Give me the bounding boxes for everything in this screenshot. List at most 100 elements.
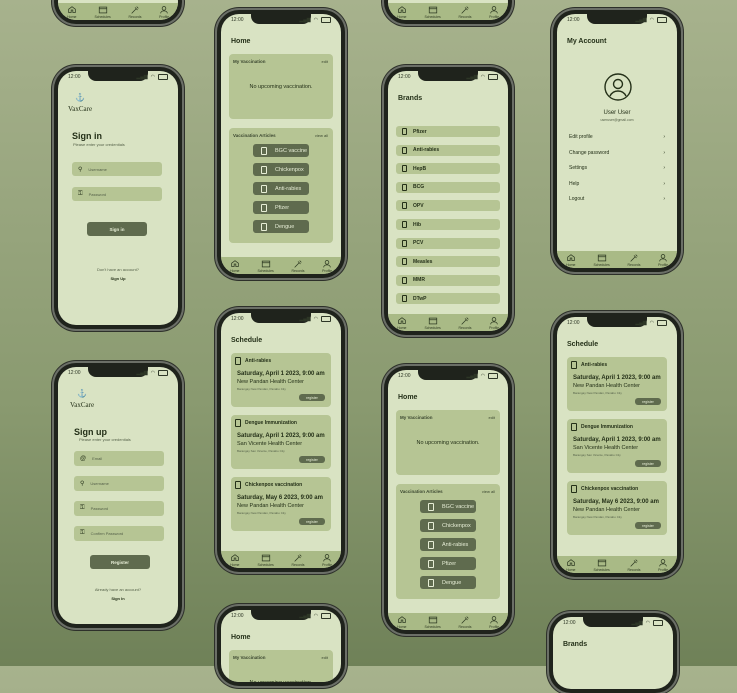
nav-item-home[interactable]: Home <box>230 553 240 567</box>
schedule-card: Chickenpox vaccination Saturday, May 6 20… <box>231 477 331 531</box>
article-item[interactable]: Pfizer <box>420 557 476 570</box>
nav-item-home[interactable]: Home <box>566 253 576 267</box>
nav-item-home[interactable]: Home <box>397 5 407 19</box>
username-field[interactable]: ⚲ Username <box>72 162 162 176</box>
nav-item-records[interactable]: Records <box>458 5 472 19</box>
nav-item-profile[interactable]: Profile <box>658 558 668 572</box>
register-button[interactable]: Register <box>90 555 150 569</box>
nav-item-schedules[interactable]: Schedules <box>257 553 274 567</box>
article-item[interactable]: Dengue <box>253 220 309 233</box>
brand-item[interactable]: BCG <box>396 181 500 193</box>
schedule-addr: Barangay New Pandan, Panabo City <box>573 391 622 395</box>
nav-item-records[interactable]: Records <box>291 259 305 273</box>
card-title: My Vaccination <box>400 415 433 420</box>
nav-item-profile[interactable]: Profile <box>489 615 499 629</box>
signal-icon: ▂▄▆ <box>299 17 311 23</box>
nav-item-profile[interactable]: Profile <box>658 253 668 267</box>
brand-item[interactable]: PCV <box>396 237 500 249</box>
nav-item-schedules[interactable]: Schedules <box>424 5 441 19</box>
article-item[interactable]: BGC vaccine <box>253 144 309 157</box>
nav-item-home[interactable]: Home <box>397 316 407 330</box>
password-placeholder: Password <box>90 506 109 511</box>
menu-item[interactable]: Settings › <box>569 163 665 173</box>
password-field[interactable]: ⚿ Password <box>72 187 162 201</box>
nav-item-records[interactable]: Records <box>627 558 641 572</box>
register-button[interactable]: register <box>299 518 325 525</box>
nav-item-records[interactable]: Records <box>291 553 305 567</box>
email-field[interactable]: @ Email <box>74 451 164 466</box>
menu-item[interactable]: Help › <box>569 179 665 189</box>
nav-item-home[interactable]: Home <box>67 5 77 19</box>
edit-link[interactable]: edit <box>322 59 328 64</box>
menu-item[interactable]: Logout › <box>569 194 665 204</box>
brand-item[interactable]: Anti-rabies <box>396 144 500 156</box>
nav-item-records[interactable]: Records <box>458 316 472 330</box>
avatar-icon <box>604 73 632 101</box>
brand-item[interactable]: Hib <box>396 219 500 230</box>
nav-item-schedules[interactable]: Schedules <box>94 5 111 19</box>
sign-in-link[interactable]: Sign In <box>58 596 178 601</box>
nav-item-records[interactable]: Records <box>458 615 472 629</box>
edit-link[interactable]: edit <box>322 655 328 660</box>
register-button[interactable]: register <box>635 460 661 467</box>
menu-item[interactable]: Edit profile › <box>569 132 665 142</box>
username-placeholder: Username <box>90 481 109 486</box>
bottom-nav: Home Schedules Records Profile <box>58 3 178 20</box>
brand-item[interactable]: HepB <box>396 163 500 175</box>
syringe-icon <box>261 184 267 193</box>
nav-label: Records <box>128 14 142 19</box>
wifi-icon: ◠ <box>150 370 155 376</box>
nav-item-schedules[interactable]: Schedules <box>593 558 610 572</box>
menu-item[interactable]: Change password › <box>569 148 665 158</box>
brand-item[interactable]: DTwP <box>396 293 500 305</box>
view-all-link[interactable]: view all <box>482 489 495 494</box>
page-title: Home <box>231 634 251 641</box>
register-button[interactable]: register <box>635 522 661 529</box>
article-item[interactable]: Chickenpox <box>420 519 476 532</box>
article-item[interactable]: Anti-rabies <box>253 182 309 195</box>
nav-item-profile[interactable]: Profile <box>489 316 499 330</box>
view-all-link[interactable]: view all <box>315 133 328 138</box>
sign-up-link[interactable]: Sign Up <box>58 276 178 281</box>
nav-label: Home <box>397 325 407 330</box>
nav-item-schedules[interactable]: Schedules <box>257 259 274 273</box>
register-button[interactable]: register <box>635 398 661 405</box>
status-bar: 12:00 ▂▄▆ ◠ <box>567 319 667 327</box>
register-button[interactable]: register <box>299 394 325 401</box>
nav-item-profile[interactable]: Profile <box>489 5 499 19</box>
syringe-icon <box>571 485 577 493</box>
password-field[interactable]: ⚿ Password <box>74 501 164 516</box>
confirm-field[interactable]: ⚿ Confirm Password <box>74 526 164 541</box>
status-icons: ▂▄▆ ◠ <box>631 620 663 626</box>
page-title: Schedule <box>567 341 599 348</box>
article-item[interactable]: Dengue <box>420 576 476 589</box>
phone-top-left: 12:00▂▄▆◠HomeSchedulesRecordsProfile <box>54 0 182 24</box>
brand-item[interactable]: Pfizer <box>396 126 500 137</box>
nav-item-profile[interactable]: Profile <box>322 259 332 273</box>
syringe-icon <box>428 578 434 587</box>
username-field[interactable]: ⚲ Username <box>74 476 164 491</box>
article-item[interactable]: BGC vaccine <box>420 500 476 513</box>
nav-item-schedules[interactable]: Schedules <box>424 615 441 629</box>
article-label: Chickenpox <box>275 166 304 173</box>
nav-item-schedules[interactable]: Schedules <box>424 316 441 330</box>
nav-item-home[interactable]: Home <box>566 558 576 572</box>
sign-in-button[interactable]: Sign in <box>87 222 147 236</box>
nav-item-profile[interactable]: Profile <box>322 553 332 567</box>
nav-item-schedules[interactable]: Schedules <box>593 253 610 267</box>
nav-item-records[interactable]: Records <box>627 253 641 267</box>
nav-item-profile[interactable]: Profile <box>159 5 169 19</box>
brand-item[interactable]: OPV <box>396 200 500 212</box>
article-item[interactable]: Chickenpox <box>253 163 309 176</box>
nav-item-home[interactable]: Home <box>230 259 240 273</box>
brand-item[interactable]: Measles <box>396 256 500 268</box>
nav-label: Schedules <box>424 325 441 330</box>
edit-link[interactable]: edit <box>489 415 495 420</box>
article-item[interactable]: Pfizer <box>253 201 309 214</box>
phone-schedule-1: 12:00 ▂▄▆ ◠ Home Schedules Records Profile Sche… <box>217 309 345 572</box>
nav-item-records[interactable]: Records <box>128 5 142 19</box>
register-button[interactable]: register <box>299 456 325 463</box>
brand-item[interactable]: MMR <box>396 274 500 286</box>
article-item[interactable]: Anti-rabies <box>420 538 476 551</box>
nav-item-home[interactable]: Home <box>397 615 407 629</box>
